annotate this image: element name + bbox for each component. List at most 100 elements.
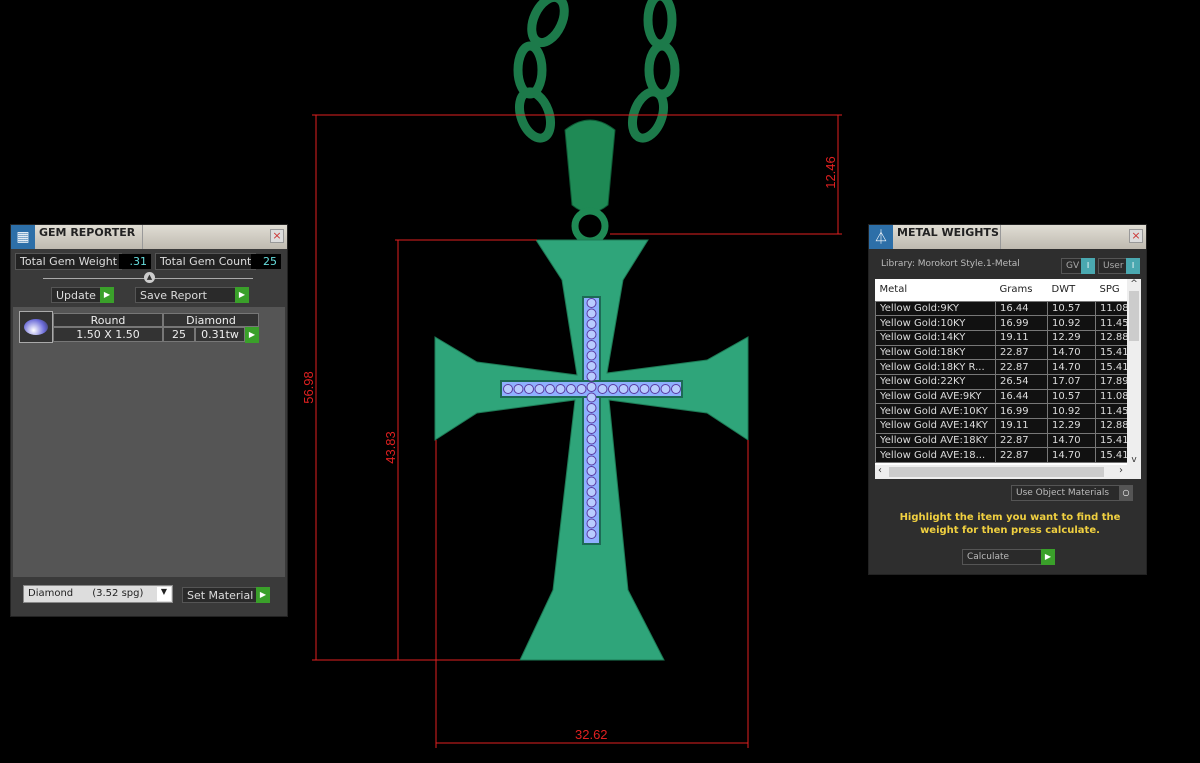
gem-stone <box>586 382 597 392</box>
gem-stone <box>586 413 597 424</box>
close-icon[interactable]: × <box>1129 229 1143 243</box>
toggle-icon: I <box>1126 258 1140 274</box>
gem-list: Round Diamond 1.50 X 1.50 25 0.31tw ▶ <box>13 307 285 577</box>
material-select-value: Diamond (3.52 spg) <box>28 588 144 599</box>
table-row[interactable]: Yellow Gold AVE:14KY 19.11 12.29 12.88 <box>875 418 1138 434</box>
table-cell: 12.29 <box>1047 329 1096 346</box>
gem-stone <box>586 487 597 497</box>
table-row[interactable]: Yellow Gold:22KY 26.54 17.07 17.89 <box>875 373 1138 390</box>
table-row[interactable]: Yellow Gold:18KY 22.87 14.70 15.41 <box>875 344 1138 361</box>
table-cell: 22.87 <box>995 359 1048 375</box>
table-cell: Yellow Gold:18KY <box>875 344 996 361</box>
gem-stone <box>608 384 618 394</box>
gem-stone <box>576 384 587 394</box>
table-row[interactable]: Yellow Gold AVE:10KY 16.99 10.92 11.45 <box>875 403 1138 419</box>
collapse-icon[interactable]: ▲ <box>144 272 155 283</box>
gem-material: Diamond <box>163 313 259 327</box>
table-cell: 12.29 <box>1047 418 1096 434</box>
user-label: User <box>1103 261 1124 271</box>
gem-stone <box>566 384 576 394</box>
table-cell: 22.87 <box>995 344 1048 361</box>
material-select[interactable]: Diamond (3.52 spg) ▼ <box>23 585 173 603</box>
table-cell: Yellow Gold AVE:18... <box>875 447 996 464</box>
table-cell: 14.70 <box>1047 447 1096 464</box>
gv-label: GV <box>1066 261 1080 271</box>
scroll-right-icon[interactable]: › <box>1119 465 1123 476</box>
table-cell: 26.54 <box>995 373 1048 390</box>
table-row[interactable]: Yellow Gold AVE:18... 22.87 14.70 15.41 <box>875 447 1138 464</box>
column-header[interactable]: Metal <box>875 279 996 301</box>
table-cell: 14.70 <box>1047 344 1096 361</box>
table-cell: 16.44 <box>995 388 1048 405</box>
gem-stone <box>586 361 597 371</box>
table-cell: 10.57 <box>1047 300 1096 317</box>
dimension-width: 32.62 <box>575 727 608 742</box>
table-row[interactable]: Yellow Gold AVE:9KY 16.44 10.57 11.08 <box>875 388 1138 405</box>
library-label: Library: Morokort Style.1-Metal <box>881 259 1020 269</box>
gem-stone <box>534 384 545 394</box>
bail <box>564 119 616 245</box>
table-row[interactable]: Yellow Gold:10KY 16.99 10.92 11.45 <box>875 315 1138 331</box>
table-cell: Yellow Gold AVE:18KY <box>875 432 996 449</box>
gem-stone <box>586 466 597 476</box>
gem-stone <box>586 392 597 403</box>
gem-row-play-button[interactable]: ▶ <box>245 327 259 343</box>
table-cell: 19.11 <box>995 329 1048 346</box>
gem-stone <box>586 298 597 308</box>
table-cell: 22.87 <box>995 447 1048 464</box>
horizontal-scrollbar[interactable]: ‹ › <box>875 465 1141 479</box>
table-cell: 14.70 <box>1047 359 1096 375</box>
table-row[interactable]: Yellow Gold AVE:18KY 22.87 14.70 15.41 <box>875 432 1138 449</box>
gem-stone <box>586 445 597 455</box>
gem-reporter-icon: ▦ <box>11 225 35 249</box>
set-material-label: Set Material <box>187 589 254 602</box>
vertical-scrollbar[interactable]: ^ v <box>1127 279 1141 465</box>
gem-stone <box>660 384 671 394</box>
table-cell: 16.44 <box>995 300 1048 317</box>
set-material-button[interactable]: Set Material ▶ <box>182 587 270 603</box>
calculate-button[interactable]: Calculate ▶ <box>962 549 1055 565</box>
use-object-materials-toggle[interactable]: Use Object Materials ○ <box>1011 485 1133 501</box>
gem-weight: 0.31tw <box>195 327 245 342</box>
total-gem-count-value: 25 <box>251 254 281 269</box>
table-cell: Yellow Gold AVE:9KY <box>875 388 996 405</box>
scroll-left-icon[interactable]: ‹ <box>878 465 882 476</box>
table-row[interactable]: Yellow Gold:18KY R... 22.87 14.70 15.41 <box>875 359 1138 375</box>
gem-stone <box>586 529 597 539</box>
gem-stone <box>586 424 597 434</box>
hint-text: Highlight the item you want to find the … <box>899 512 1121 536</box>
radio-icon: ○ <box>1119 485 1133 501</box>
gem-stone <box>586 518 597 529</box>
gem-stone <box>639 384 650 394</box>
dimension-overall-height: 56.98 <box>300 371 316 404</box>
close-icon[interactable]: × <box>270 229 284 243</box>
gem-stone <box>555 384 566 394</box>
calculate-label: Calculate <box>967 552 1010 562</box>
column-header[interactable]: DWT <box>1047 279 1096 301</box>
gem-reporter-titlebar[interactable]: ▦ GEM REPORTER × <box>11 225 287 249</box>
save-report-button[interactable]: Save Report ▶ <box>135 287 249 303</box>
scroll-down-icon[interactable]: v <box>1127 455 1141 465</box>
update-button[interactable]: Update ▶ <box>51 287 114 303</box>
panel-title: METAL WEIGHTS <box>893 225 1001 249</box>
gem-stone <box>586 350 597 361</box>
gem-stone <box>586 434 597 445</box>
column-header[interactable]: Grams <box>995 279 1048 301</box>
gem-stone <box>586 508 597 518</box>
chevron-down-icon: ▼ <box>157 587 171 601</box>
scroll-up-icon[interactable]: ^ <box>1127 279 1141 289</box>
gem-stone <box>597 384 608 394</box>
table-row[interactable]: Yellow Gold:14KY 19.11 12.29 12.88 <box>875 329 1138 346</box>
toggle-icon: I <box>1081 258 1095 274</box>
gem-stone <box>513 384 524 394</box>
gem-count: 25 <box>163 327 195 342</box>
gv-toggle[interactable]: GV I <box>1061 258 1095 274</box>
metal-weights-titlebar[interactable]: ⏃ METAL WEIGHTS × <box>869 225 1146 249</box>
gem-stone <box>650 384 660 394</box>
gem-row[interactable]: Round Diamond 1.50 X 1.50 25 0.31tw ▶ <box>19 311 259 343</box>
user-toggle[interactable]: User I <box>1098 258 1140 274</box>
gem-stone <box>586 340 597 350</box>
table-row[interactable]: Yellow Gold:9KY 16.44 10.57 11.08 <box>875 300 1138 317</box>
metal-weights-icon: ⏃ <box>869 225 893 249</box>
table-cell: Yellow Gold:9KY <box>875 300 996 317</box>
